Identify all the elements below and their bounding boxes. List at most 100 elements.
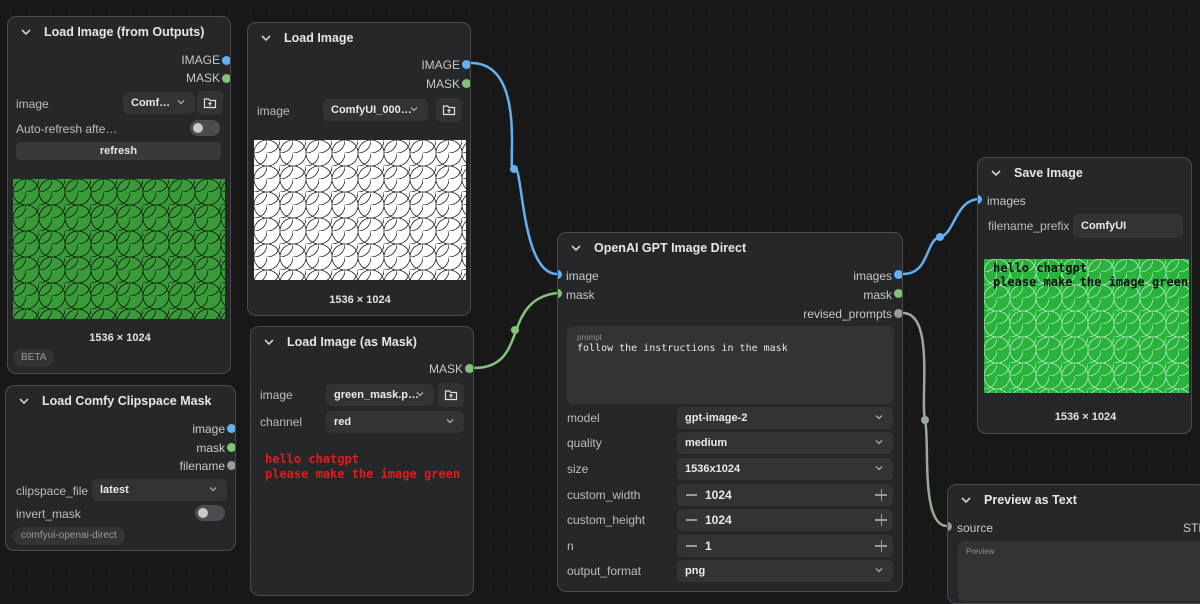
chevron-down-icon[interactable] xyxy=(258,30,274,46)
filename-prefix-input[interactable]: ComfyUI xyxy=(1073,214,1183,238)
widget-label-custom-height: custom_height xyxy=(567,513,646,527)
node-load-image-as-mask[interactable]: Load Image (as Mask) MASK image green_ma… xyxy=(250,326,474,596)
output-label-filename: filename xyxy=(179,459,225,473)
node-openai-gpt-image-direct[interactable]: OpenAI GPT Image Direct image mask image… xyxy=(557,232,903,592)
output-slot-mask[interactable] xyxy=(227,443,235,452)
widget-label-output-format: output_format xyxy=(567,564,642,578)
channel-select[interactable]: red xyxy=(326,411,464,433)
toggle-knob xyxy=(193,123,203,133)
minus-icon[interactable] xyxy=(686,519,697,521)
image-dimensions: 1536 × 1024 xyxy=(329,294,391,306)
output-format-value: png xyxy=(685,565,706,577)
n-stepper[interactable]: 1 xyxy=(677,535,893,557)
quality-value: medium xyxy=(685,437,728,449)
node-header[interactable]: Load Image (from Outputs) xyxy=(8,17,230,47)
link-revised-prompts-midpoint xyxy=(921,416,929,424)
image-dimensions: 1536 × 1024 xyxy=(1054,411,1117,423)
node-header[interactable]: Load Comfy Clipspace Mask xyxy=(6,386,235,416)
chevron-down-icon[interactable] xyxy=(18,24,34,40)
invert-mask-toggle[interactable] xyxy=(195,505,225,521)
folder-icon xyxy=(203,98,217,109)
output-slot-mask[interactable] xyxy=(222,74,230,83)
node-load-image[interactable]: Load Image IMAGE MASK image ComfyUI_000…… xyxy=(247,22,471,316)
output-label-mask: MASK xyxy=(185,71,220,85)
custom-width-value: 1024 xyxy=(705,488,732,502)
output-slot-images[interactable] xyxy=(894,270,902,279)
input-slot-source[interactable] xyxy=(948,522,952,531)
chevron-down-icon xyxy=(875,568,883,573)
output-slot-image[interactable] xyxy=(222,56,230,65)
mask-preview-line-2: please make the image green xyxy=(265,467,461,481)
output-label-revised-prompts: revised_prompts xyxy=(803,307,892,321)
output-slot-filename[interactable] xyxy=(227,461,235,470)
node-load-clipspace-mask[interactable]: Load Comfy Clipspace Mask image mask fil… xyxy=(5,385,236,551)
chevron-down-icon xyxy=(416,392,424,397)
chevron-down-icon[interactable] xyxy=(988,165,1004,181)
image-select[interactable]: ComfyUI_000… xyxy=(323,99,428,121)
node-header[interactable]: Load Image xyxy=(248,23,470,53)
clipspace-file-label: clipspace_file xyxy=(16,484,89,498)
model-select[interactable]: gpt-image-2 xyxy=(677,407,893,429)
prompt-textarea[interactable]: prompt follow the instructions in the ma… xyxy=(567,326,894,404)
node-header[interactable]: Save Image xyxy=(978,158,1191,188)
node-header[interactable]: Preview as Text xyxy=(948,485,1200,515)
chevron-down-icon xyxy=(875,440,883,445)
input-slot-images[interactable] xyxy=(978,195,982,204)
output-slot-mask[interactable] xyxy=(465,364,473,373)
custom-height-stepper[interactable]: 1024 xyxy=(677,509,893,531)
output-format-select[interactable]: png xyxy=(677,560,893,582)
auto-refresh-toggle[interactable] xyxy=(190,120,220,136)
node-title: Load Image (as Mask) xyxy=(287,335,417,349)
upload-folder-button[interactable] xyxy=(197,91,223,115)
node-title: OpenAI GPT Image Direct xyxy=(594,241,747,255)
minus-icon[interactable] xyxy=(686,494,697,496)
minus-icon[interactable] xyxy=(686,545,697,547)
input-slot-image[interactable] xyxy=(558,270,562,279)
chevron-down-icon[interactable] xyxy=(568,240,584,256)
output-label-image: IMAGE xyxy=(181,53,220,67)
beta-badge: BETA xyxy=(13,349,55,367)
output-slot-mask[interactable] xyxy=(462,79,470,88)
size-select[interactable]: 1536x1024 xyxy=(677,458,893,480)
chevron-down-icon[interactable] xyxy=(261,334,277,350)
image-widget-label: image xyxy=(16,97,49,111)
image-widget-label: image xyxy=(260,388,293,402)
input-image-preview xyxy=(254,140,466,280)
chevron-down-icon xyxy=(209,487,217,492)
refresh-button[interactable]: refresh xyxy=(16,142,221,160)
custom-width-stepper[interactable]: 1024 xyxy=(677,484,893,506)
node-load-image-from-outputs[interactable]: Load Image (from Outputs) IMAGE MASK ima… xyxy=(7,16,231,374)
link-image xyxy=(470,61,558,276)
quality-select[interactable]: medium xyxy=(677,432,893,454)
node-header[interactable]: OpenAI GPT Image Direct xyxy=(558,233,902,263)
image-select-value: ComfyUI_000… xyxy=(331,104,412,116)
output-slot-image[interactable] xyxy=(227,424,235,433)
preview-textarea[interactable]: Preview xyxy=(958,541,1200,601)
input-slot-mask[interactable] xyxy=(558,289,562,298)
chevron-down-icon[interactable] xyxy=(958,492,974,508)
link-images-out xyxy=(902,197,981,276)
node-header[interactable]: Load Image (as Mask) xyxy=(251,327,473,357)
image-select[interactable]: green_mask.p… xyxy=(326,384,434,406)
input-label-source: source xyxy=(957,521,994,535)
mask-preview-line-1: hello chatgpt xyxy=(265,452,359,466)
clipspace-file-select[interactable]: latest xyxy=(92,479,227,501)
link-images-out-midpoint xyxy=(936,233,944,241)
output-slot-image[interactable] xyxy=(462,60,470,69)
output-label-mask: mask xyxy=(196,441,225,455)
node-preview-as-text[interactable]: Preview as Text source STR Preview xyxy=(947,484,1200,604)
upload-folder-button[interactable] xyxy=(436,98,462,122)
image-select[interactable]: Comf… xyxy=(123,92,195,114)
upload-folder-button[interactable] xyxy=(438,383,464,407)
toggle-knob xyxy=(198,508,208,518)
node-save-image[interactable]: Save Image images filename_prefix ComfyU… xyxy=(977,157,1192,434)
chevron-down-icon[interactable] xyxy=(16,393,32,409)
output-label-mask: MASK xyxy=(428,362,463,376)
chevron-down-icon xyxy=(446,419,454,424)
output-slot-revised-prompts[interactable] xyxy=(894,309,902,318)
output-slot-mask[interactable] xyxy=(894,289,902,298)
custom-height-value: 1024 xyxy=(705,513,732,527)
filename-prefix-label: filename_prefix xyxy=(988,219,1070,233)
image-select-value: green_mask.p… xyxy=(334,389,419,401)
output-label-string: STR xyxy=(1183,521,1200,535)
